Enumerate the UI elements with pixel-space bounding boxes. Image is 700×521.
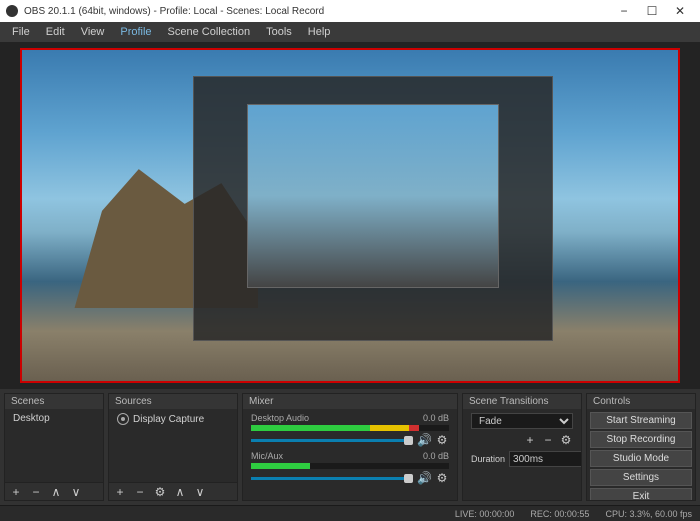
recursive-preview-inner <box>247 104 498 288</box>
maximize-button[interactable]: ☐ <box>638 4 666 18</box>
menu-profile[interactable]: Profile <box>112 26 159 38</box>
window-title: OBS 20.1.1 (64bit, windows) - Profile: L… <box>24 6 324 17</box>
stop-recording-button[interactable]: Stop Recording <box>590 431 692 448</box>
add-scene-button[interactable]: + <box>9 485 23 499</box>
remove-source-button[interactable]: − <box>133 485 147 499</box>
menu-file[interactable]: File <box>4 26 38 38</box>
remove-scene-button[interactable]: − <box>29 485 43 499</box>
sources-header: Sources <box>109 394 237 409</box>
visibility-icon[interactable] <box>117 413 129 425</box>
channel-name: Mic/Aux <box>251 451 283 461</box>
menu-help[interactable]: Help <box>300 26 339 38</box>
duration-label: Duration <box>471 454 505 464</box>
controls-panel: Controls Start Streaming Stop Recording … <box>586 393 696 501</box>
add-transition-button[interactable]: + <box>523 433 537 447</box>
channel-db: 0.0 dB <box>423 451 449 461</box>
transitions-panel: Scene Transitions Fade + − ⚙ Duration <box>462 393 582 501</box>
source-up-button[interactable]: ∧ <box>173 485 187 499</box>
close-button[interactable]: ✕ <box>666 4 694 18</box>
vu-meter <box>251 425 449 431</box>
volume-slider[interactable] <box>251 477 413 480</box>
channel-settings-button[interactable]: ⚙ <box>435 471 449 485</box>
menu-bar: File Edit View Profile Scene Collection … <box>0 22 700 42</box>
status-live: LIVE: 00:00:00 <box>455 509 515 519</box>
add-source-button[interactable]: + <box>113 485 127 499</box>
status-bar: LIVE: 00:00:00 REC: 00:00:55 CPU: 3.3%, … <box>0 505 700 521</box>
source-down-button[interactable]: ∨ <box>193 485 207 499</box>
docked-panels: Scenes Desktop + − ∧ ∨ Sources Display C… <box>0 389 700 505</box>
mixer-channel-mic: Mic/Aux 0.0 dB 🔊 ⚙ <box>245 449 455 487</box>
scene-item[interactable]: Desktop <box>7 411 101 426</box>
menu-edit[interactable]: Edit <box>38 26 73 38</box>
controls-header: Controls <box>587 394 695 409</box>
scene-label: Desktop <box>13 413 50 424</box>
app-icon <box>6 5 18 17</box>
studio-mode-button[interactable]: Studio Mode <box>590 450 692 467</box>
channel-name: Desktop Audio <box>251 413 309 423</box>
mixer-header: Mixer <box>243 394 457 409</box>
remove-transition-button[interactable]: − <box>541 433 555 447</box>
menu-view[interactable]: View <box>73 26 113 38</box>
sources-panel: Sources Display Capture + − ⚙ ∧ ∨ <box>108 393 238 501</box>
settings-button[interactable]: Settings <box>590 469 692 486</box>
status-rec: REC: 00:00:55 <box>530 509 589 519</box>
vu-meter <box>251 463 449 469</box>
menu-tools[interactable]: Tools <box>258 26 300 38</box>
speaker-icon[interactable]: 🔊 <box>417 433 431 447</box>
transition-settings-button[interactable]: ⚙ <box>559 433 573 447</box>
preview-area <box>0 42 700 389</box>
menu-scene-collection[interactable]: Scene Collection <box>160 26 259 38</box>
window-titlebar: OBS 20.1.1 (64bit, windows) - Profile: L… <box>0 0 700 22</box>
channel-settings-button[interactable]: ⚙ <box>435 433 449 447</box>
source-label: Display Capture <box>133 414 204 425</box>
scene-up-button[interactable]: ∧ <box>49 485 63 499</box>
transition-select[interactable]: Fade <box>471 413 573 429</box>
mixer-channel-desktop: Desktop Audio 0.0 dB 🔊 ⚙ <box>245 411 455 449</box>
scenes-header: Scenes <box>5 394 103 409</box>
scene-down-button[interactable]: ∨ <box>69 485 83 499</box>
source-item[interactable]: Display Capture <box>111 411 235 427</box>
recursive-preview <box>193 76 554 341</box>
transitions-header: Scene Transitions <box>463 394 581 409</box>
channel-db: 0.0 dB <box>423 413 449 423</box>
exit-button[interactable]: Exit <box>590 488 692 500</box>
speaker-icon[interactable]: 🔊 <box>417 471 431 485</box>
preview-canvas[interactable] <box>20 48 680 383</box>
source-settings-button[interactable]: ⚙ <box>153 485 167 499</box>
volume-slider[interactable] <box>251 439 413 442</box>
minimize-button[interactable]: − <box>610 4 638 18</box>
scenes-panel: Scenes Desktop + − ∧ ∨ <box>4 393 104 501</box>
status-cpu: CPU: 3.3%, 60.00 fps <box>605 509 692 519</box>
start-streaming-button[interactable]: Start Streaming <box>590 412 692 429</box>
mixer-panel: Mixer Desktop Audio 0.0 dB 🔊 ⚙ <box>242 393 458 501</box>
duration-input[interactable] <box>509 451 581 467</box>
